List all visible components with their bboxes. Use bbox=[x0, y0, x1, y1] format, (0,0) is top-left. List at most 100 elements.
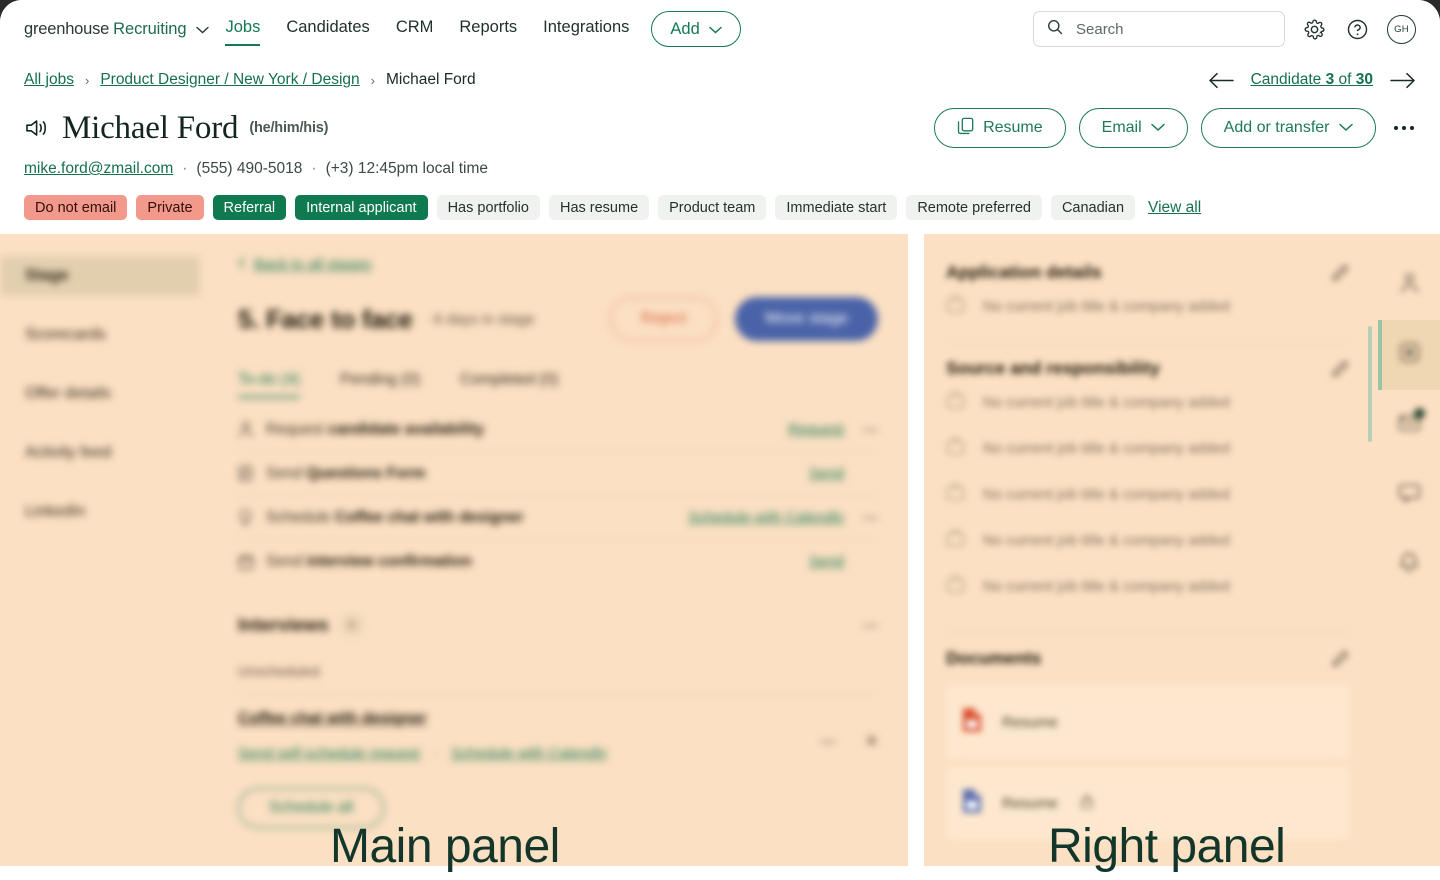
schedule-with-calendly-link[interactable]: Schedule with Calendly bbox=[451, 745, 607, 762]
source-empty-row: No current job title & company added bbox=[946, 563, 1350, 609]
arrow-right-icon[interactable] bbox=[1390, 72, 1416, 89]
documents-header: Documents bbox=[946, 648, 1350, 669]
back-to-all-stages-link[interactable]: Back to all stages bbox=[238, 256, 878, 273]
person-icon bbox=[238, 421, 266, 438]
todo-more-icon[interactable]: — bbox=[844, 421, 878, 438]
search-box[interactable] bbox=[1033, 11, 1285, 47]
tag-has-portfolio[interactable]: Has portfolio bbox=[436, 195, 540, 220]
chevron-down-icon[interactable] bbox=[196, 26, 210, 34]
tag-private[interactable]: Private bbox=[136, 195, 204, 220]
todo-row[interactable]: Send interview confirmation Send bbox=[238, 540, 878, 583]
breadcrumb-job[interactable]: Product Designer / New York / Design bbox=[100, 71, 359, 89]
nav-link-jobs[interactable]: Jobs bbox=[225, 18, 260, 46]
speaker-pronounce-icon[interactable] bbox=[24, 117, 50, 139]
search-input[interactable] bbox=[1074, 19, 1271, 39]
brand-logo[interactable]: greenhouse Recruiting bbox=[24, 19, 210, 39]
ellipsis-icon[interactable] bbox=[1392, 120, 1417, 137]
document-row[interactable]: Resume bbox=[946, 766, 1350, 840]
right-panel-scrollbar[interactable] bbox=[1368, 326, 1372, 442]
interview-minus-icon[interactable]: — bbox=[820, 733, 835, 750]
rail-item-person[interactable] bbox=[1378, 250, 1440, 320]
sidebar-item-offer-details[interactable]: Offer details bbox=[0, 374, 200, 414]
sidebar-item-stage[interactable]: Stage bbox=[0, 256, 200, 296]
interview-title[interactable]: Coffee chat with designer bbox=[238, 710, 607, 728]
todo-prefix: Request bbox=[266, 420, 329, 438]
nav-link-reports[interactable]: Reports bbox=[459, 18, 517, 40]
tag-referral[interactable]: Referral bbox=[212, 195, 287, 220]
question-circle-icon[interactable] bbox=[1344, 16, 1371, 43]
schedule-all-button[interactable]: Schedule all bbox=[238, 788, 384, 828]
rail-item-details[interactable] bbox=[1378, 320, 1440, 390]
todo-row[interactable]: Request candidate availability Request — bbox=[238, 408, 878, 452]
document-row[interactable]: Resume bbox=[946, 685, 1350, 759]
source-responsibility-header: Source and responsibility bbox=[946, 358, 1350, 379]
close-icon[interactable]: ✕ bbox=[865, 732, 878, 750]
nav-link-integrations[interactable]: Integrations bbox=[543, 18, 629, 40]
view-all-tags-link[interactable]: View all bbox=[1148, 199, 1201, 217]
tab-to-do[interactable]: To-do (4) bbox=[238, 371, 301, 398]
rail-item-notifications[interactable] bbox=[1378, 530, 1440, 600]
separator-dot: · bbox=[182, 160, 188, 177]
nav-link-crm[interactable]: CRM bbox=[396, 18, 434, 40]
pager-middle: of bbox=[1334, 71, 1356, 88]
candidate-counter[interactable]: Candidate 3 of 30 bbox=[1251, 71, 1373, 89]
send-self-schedule-request-link[interactable]: Send self-schedule request bbox=[238, 745, 420, 762]
todo-row[interactable]: Schedule Coffee chat with designer Sched… bbox=[238, 496, 878, 540]
reject-button[interactable]: Reject bbox=[609, 297, 718, 341]
sidebar-item-activity-feed[interactable]: Activity feed bbox=[0, 433, 200, 473]
document-label: Resume bbox=[1002, 794, 1058, 812]
todo-action-send[interactable]: Send bbox=[809, 465, 844, 482]
avatar-initials: GH bbox=[1394, 23, 1409, 35]
tag-remote-preferred[interactable]: Remote preferred bbox=[906, 195, 1042, 220]
todo-action-schedule-calendly[interactable]: Schedule with Calendly bbox=[688, 509, 844, 526]
candidate-email[interactable]: mike.ford@zmail.com bbox=[24, 160, 173, 178]
todo-row[interactable]: Send Questions Form Send bbox=[238, 452, 878, 496]
interview-row: Coffee chat with designer Send self-sche… bbox=[238, 693, 878, 762]
stage-tabs: To-do (4) Pending (0) Completed (0) bbox=[238, 371, 878, 398]
tag-immediate-start[interactable]: Immediate start bbox=[775, 195, 898, 220]
todo-label: Send interview confirmation bbox=[266, 553, 472, 571]
add-button-label: Add bbox=[670, 19, 700, 38]
sidebar-item-scorecards[interactable]: Scorecards bbox=[0, 315, 200, 355]
tag-internal-applicant[interactable]: Internal applicant bbox=[295, 195, 428, 220]
todo-more-icon[interactable]: — bbox=[844, 509, 878, 526]
avatar[interactable]: GH bbox=[1387, 14, 1416, 44]
breadcrumb-separator: › bbox=[84, 72, 90, 88]
add-button[interactable]: Add bbox=[651, 11, 741, 47]
email-button[interactable]: Email bbox=[1078, 108, 1188, 148]
nav-link-candidates[interactable]: Candidates bbox=[286, 18, 369, 40]
right-panel: Application details No current job title… bbox=[924, 234, 1378, 866]
move-stage-button[interactable]: Move stage bbox=[735, 297, 878, 341]
tag-has-resume[interactable]: Has resume bbox=[548, 195, 650, 220]
pencil-icon[interactable] bbox=[1331, 359, 1350, 378]
candidate-pager: Candidate 3 of 30 bbox=[1208, 71, 1416, 89]
arrow-left-icon[interactable] bbox=[1208, 72, 1234, 89]
tag-product-team[interactable]: Product team bbox=[658, 195, 767, 220]
pager-total: 30 bbox=[1355, 71, 1373, 88]
tab-pending[interactable]: Pending (0) bbox=[340, 371, 420, 398]
separator-dot: · bbox=[311, 160, 317, 177]
tag-canadian[interactable]: Canadian bbox=[1050, 195, 1136, 220]
plus-icon[interactable]: + bbox=[339, 613, 364, 637]
add-or-transfer-button[interactable]: Add or transfer bbox=[1200, 108, 1376, 148]
document-label: Resume bbox=[1002, 713, 1058, 731]
rail-item-chat[interactable] bbox=[1378, 460, 1440, 530]
gear-icon[interactable] bbox=[1301, 16, 1328, 43]
pencil-icon[interactable] bbox=[1331, 263, 1350, 282]
briefcase-details-icon bbox=[1399, 342, 1420, 368]
briefcase-icon bbox=[946, 295, 965, 317]
chat-icon bbox=[1398, 483, 1421, 508]
empty-row-text: No current job title & company added bbox=[983, 393, 1230, 411]
tag-do-not-email[interactable]: Do not email bbox=[24, 195, 128, 220]
resume-button[interactable]: Resume bbox=[934, 108, 1066, 148]
brand-secondary-text: Recruiting bbox=[113, 19, 187, 38]
breadcrumb-all-jobs[interactable]: All jobs bbox=[24, 71, 74, 89]
sidebar-item-linkedin[interactable]: LinkedIn bbox=[0, 492, 200, 532]
tab-completed[interactable]: Completed (0) bbox=[460, 371, 558, 398]
rail-item-email[interactable] bbox=[1378, 390, 1440, 460]
todo-action-request[interactable]: Request bbox=[788, 421, 844, 438]
interviews-more-icon[interactable]: — bbox=[863, 617, 878, 634]
pencil-icon[interactable] bbox=[1331, 649, 1350, 668]
back-link-label: Back to all stages bbox=[254, 256, 372, 273]
todo-action-send[interactable]: Send bbox=[809, 553, 844, 570]
